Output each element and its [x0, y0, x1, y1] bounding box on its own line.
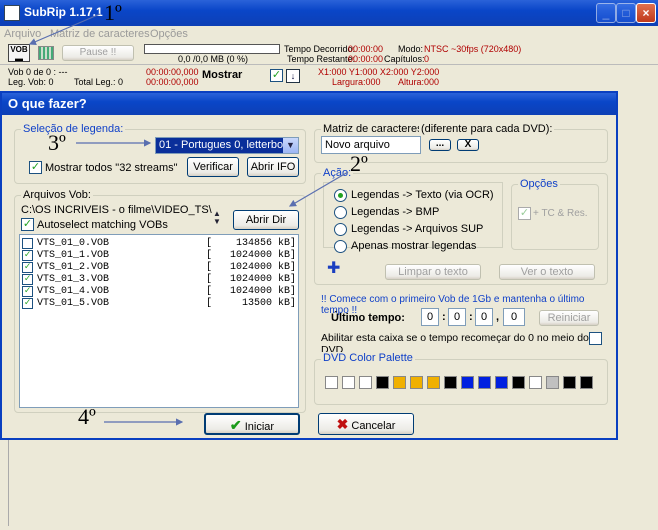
- arrow-2: [288, 171, 349, 207]
- annotation-arrows: [28, 13, 349, 426]
- arrow-1: [28, 13, 101, 45]
